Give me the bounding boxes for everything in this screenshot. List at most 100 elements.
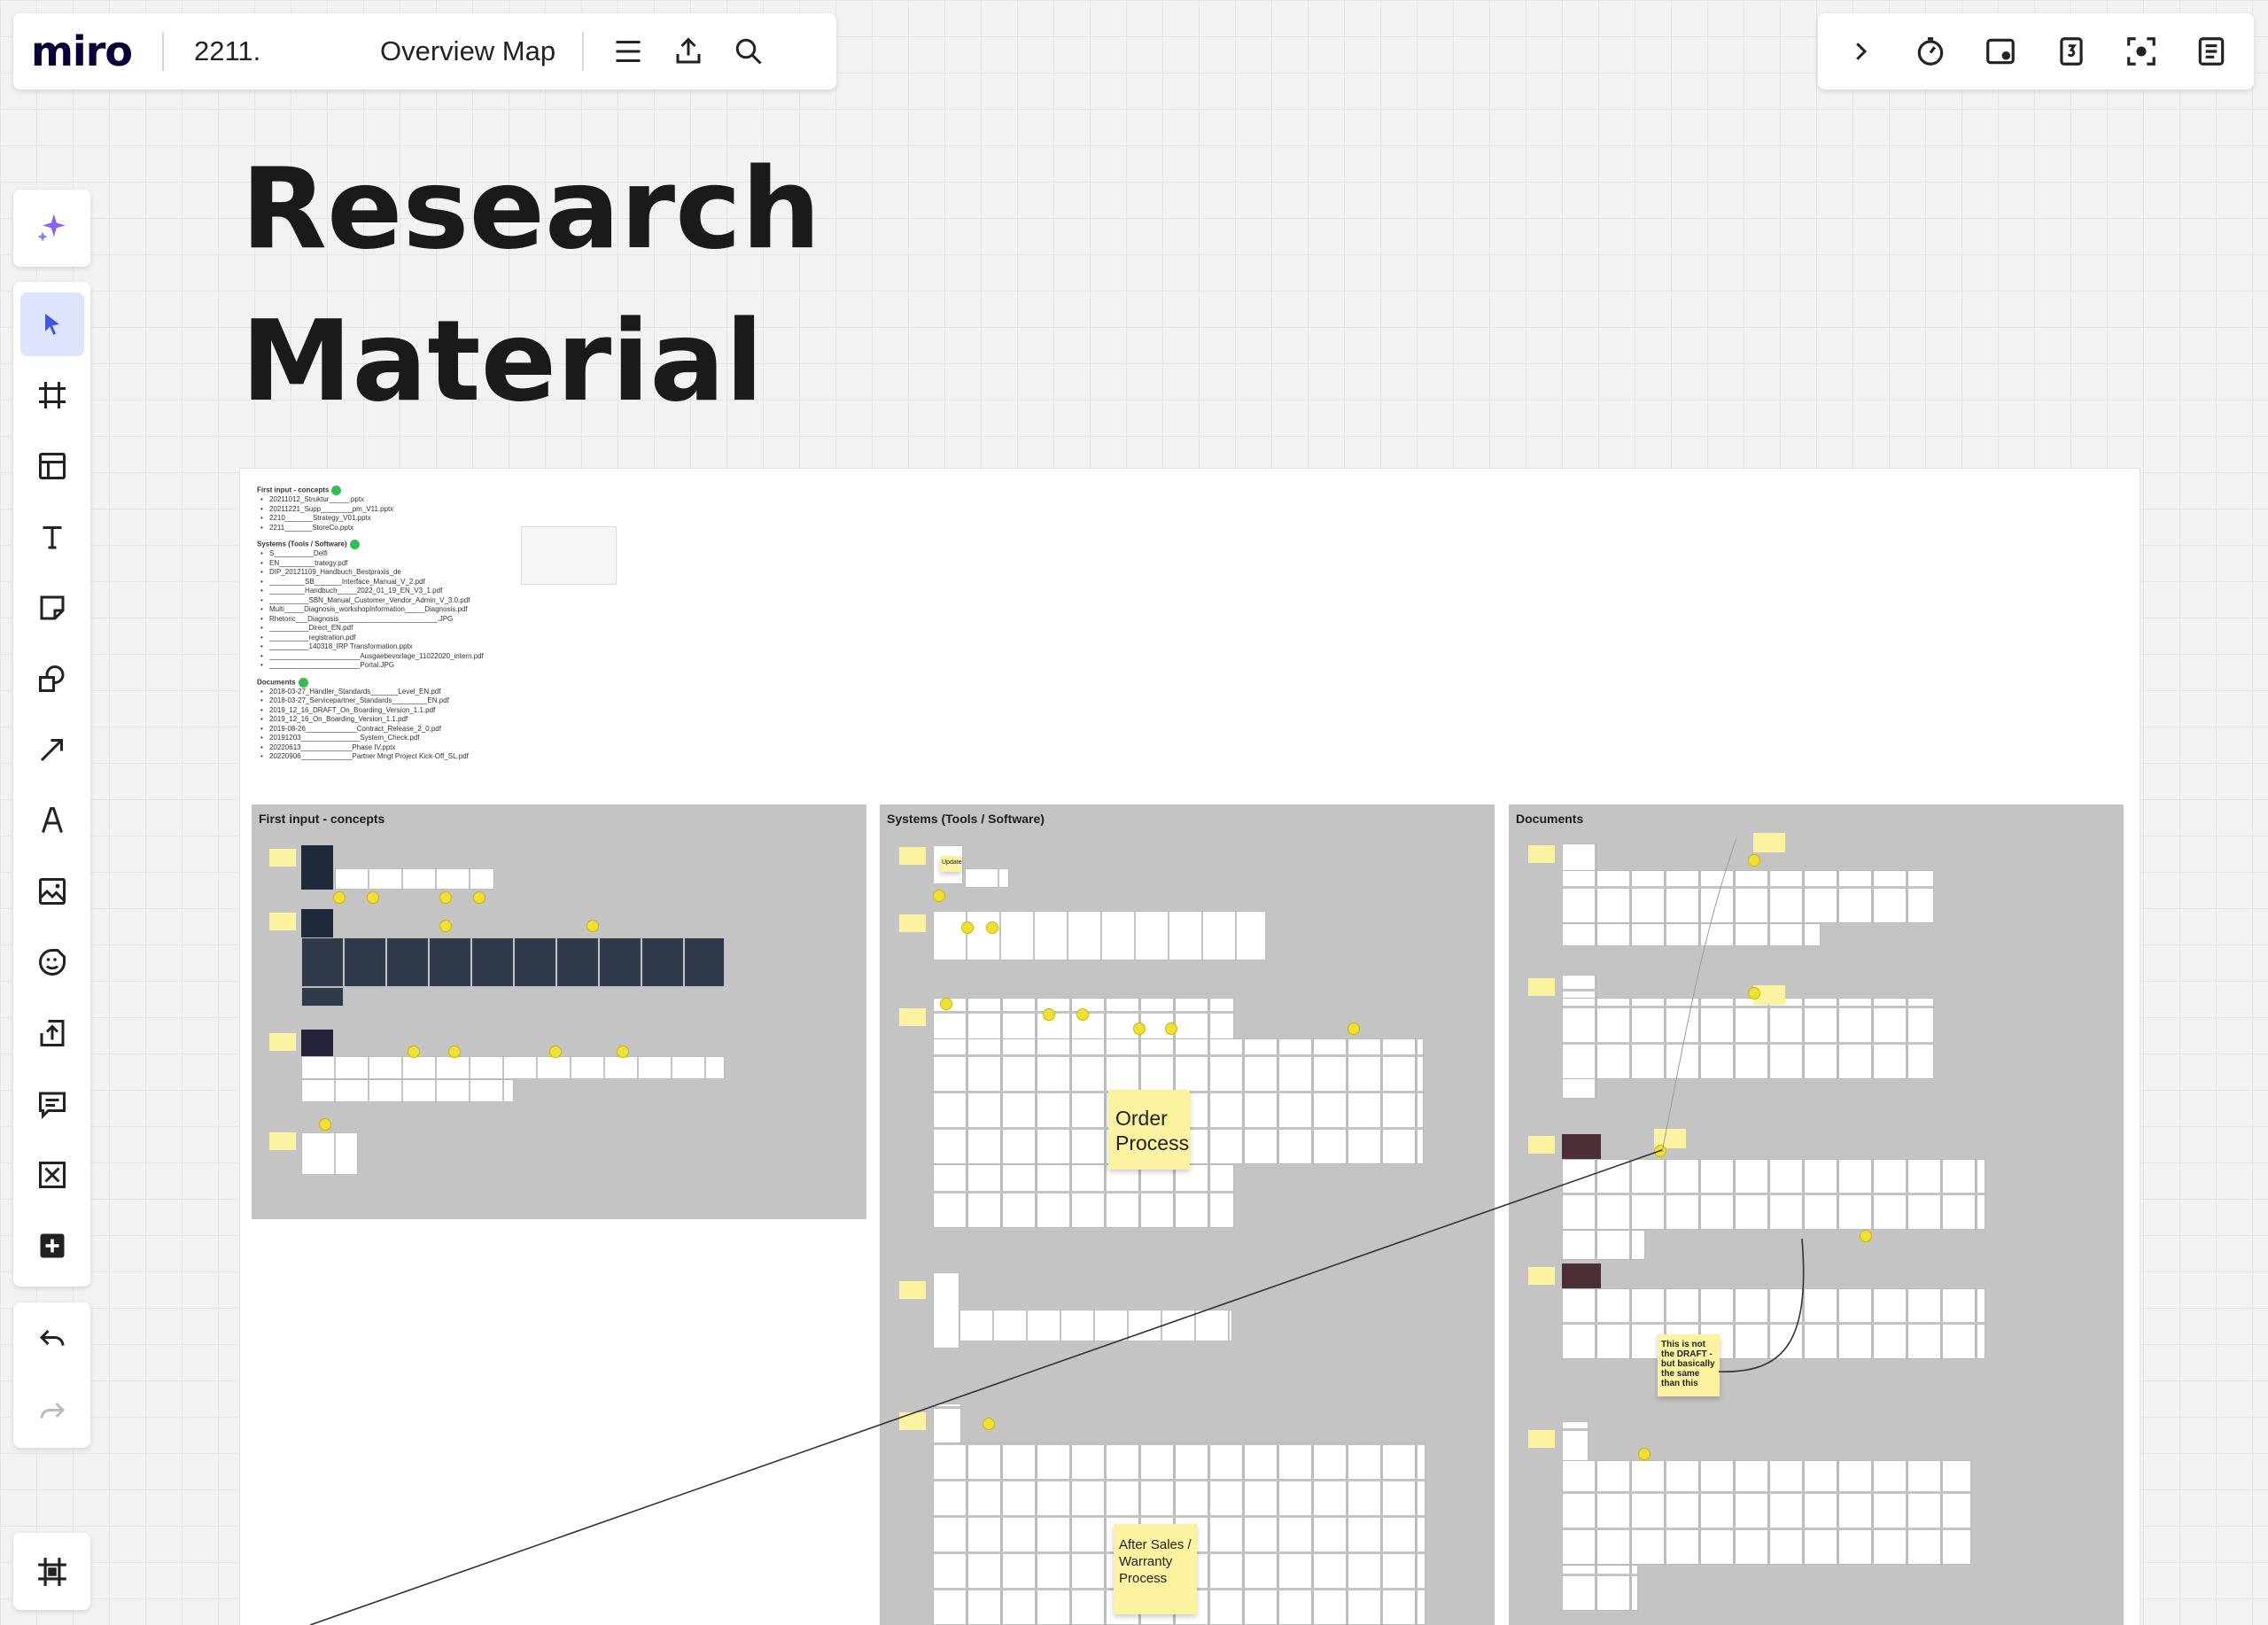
select-tool[interactable] [19,292,84,356]
slide-row[interactable] [933,1272,959,1349]
frame-tool[interactable] [20,363,84,427]
screen-share-button[interactable] [1970,21,2031,82]
search-button[interactable] [718,21,779,82]
document-stack[interactable] [1562,998,1934,1079]
section-concepts[interactable]: First input - concepts [252,805,866,1219]
update-sticky[interactable]: Update [940,856,962,872]
comment-marker[interactable] [961,921,974,934]
slide-row[interactable] [965,868,1009,888]
comment-marker[interactable] [1860,1230,1872,1242]
sticky-note[interactable] [1528,978,1555,996]
comment-marker[interactable] [983,1418,995,1430]
frames-panel-button[interactable] [13,1533,90,1610]
comment-marker[interactable] [1076,1008,1089,1021]
comment-marker[interactable] [1133,1022,1146,1035]
sticky-note[interactable] [269,1132,296,1150]
document-stack[interactable] [1562,1288,1985,1359]
board-id[interactable]: 2211. [194,35,353,67]
slide-row[interactable] [959,1310,1232,1341]
sticky-note[interactable] [269,913,296,930]
slide-row[interactable] [933,911,1266,960]
slide-row[interactable] [301,937,725,987]
more-apps-tool[interactable] [20,1214,84,1278]
comment-marker[interactable] [1638,1448,1651,1460]
sticky-note[interactable] [269,849,296,867]
comment-marker[interactable] [940,998,952,1010]
embedded-table-thumbnail[interactable] [521,526,617,585]
comment-marker[interactable] [1748,987,1760,999]
material-index-note[interactable]: First input - concepts 20211012_Struktur… [257,486,540,762]
sticky-note-tool[interactable] [20,576,84,640]
document-stack[interactable] [1562,870,1934,923]
redo-button[interactable] [20,1380,84,1443]
order-process-sticky[interactable]: Order Process [1108,1090,1190,1170]
sticky-note[interactable] [899,847,926,865]
notes-button[interactable] [2181,21,2241,82]
miro-logo[interactable]: miro [31,27,133,75]
slide-row[interactable] [301,987,344,1007]
timer-button[interactable] [1900,21,1961,82]
comment-marker[interactable] [367,891,379,904]
comment-tool[interactable] [20,1072,84,1136]
document-stack[interactable] [1562,1159,1985,1230]
document-stack[interactable] [1562,1460,1971,1565]
comment-marker[interactable] [1043,1008,1055,1021]
image-tool[interactable] [20,859,84,923]
comment-marker[interactable] [408,1046,420,1058]
comment-marker[interactable] [333,891,346,904]
slide-row[interactable] [301,1132,358,1175]
ai-assist-button[interactable] [13,190,90,267]
sticky-note[interactable] [1528,1136,1555,1154]
expand-button[interactable] [1830,21,1891,82]
comment-marker[interactable] [1748,854,1760,867]
sticky-note[interactable] [1528,845,1555,863]
sticky-note[interactable] [1528,1267,1555,1285]
document-stack[interactable] [1562,1230,1645,1260]
templates-tool[interactable] [20,434,84,498]
table-tool[interactable] [20,1143,84,1207]
comment-marker[interactable] [986,921,998,934]
comment-marker[interactable] [1165,1022,1177,1035]
after-sales-sticky[interactable]: After Sales / Warranty Process [1114,1524,1197,1614]
comment-marker[interactable] [439,920,452,932]
document-stack[interactable] [1562,923,1821,946]
connector-tool[interactable] [20,718,84,781]
comment-marker[interactable] [549,1046,562,1058]
text-tool[interactable] [20,505,84,569]
undo-button[interactable] [20,1307,84,1371]
menu-button[interactable] [598,21,658,82]
comment-marker[interactable] [473,891,485,904]
sticky-note[interactable] [899,1281,926,1299]
document-stack[interactable] [933,1164,1234,1228]
counter-button[interactable] [2041,21,2101,82]
comment-marker[interactable] [617,1046,629,1058]
comment-marker[interactable] [439,891,452,904]
pen-tool[interactable] [20,789,84,852]
sticky-note[interactable] [1753,833,1785,852]
board-title[interactable]: Research Material [241,133,821,438]
sticky-note[interactable] [899,1008,926,1026]
comment-marker[interactable] [1654,1145,1666,1157]
sticky-note[interactable] [1528,1430,1555,1448]
sticker-tool[interactable] [20,930,84,994]
board-name[interactable]: Overview Map [380,35,555,67]
sticky-note[interactable] [899,914,926,932]
slide-row[interactable] [301,1056,725,1079]
comment-marker[interactable] [319,1118,331,1131]
export-button[interactable] [658,21,718,82]
shapes-tool[interactable] [20,647,84,711]
comment-marker[interactable] [586,920,599,932]
section-documents[interactable]: Documents This is not the DRAFT - but ba… [1509,805,2124,1625]
comment-marker[interactable] [448,1046,461,1058]
slide-row[interactable] [335,868,494,890]
upload-tool[interactable] [20,1001,84,1065]
sticky-note[interactable] [269,1033,296,1051]
slide-row[interactable] [301,1079,514,1102]
comment-marker[interactable] [933,890,945,902]
slide-thumbnail[interactable] [301,845,333,890]
focus-button[interactable] [2111,21,2171,82]
document-stack[interactable] [1562,1565,1638,1611]
draft-note-sticky[interactable]: This is not the DRAFT - but basically th… [1658,1334,1720,1396]
section-systems[interactable]: Systems (Tools / Software) Update Order … [880,805,1495,1625]
comment-marker[interactable] [1348,1022,1360,1035]
